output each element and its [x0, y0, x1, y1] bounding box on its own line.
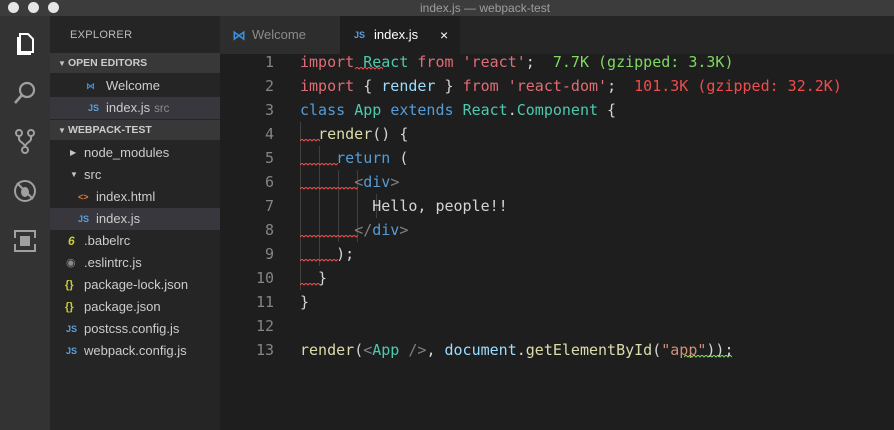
open-editor-index-js[interactable]: JS index.js src	[50, 97, 220, 119]
extensions-icon[interactable]	[12, 228, 38, 254]
tab-welcome[interactable]: ⋈ Welcome	[220, 16, 340, 54]
js-icon: JS	[66, 346, 78, 356]
window-title: index.js — webpack-test	[420, 1, 551, 15]
json-icon: {}	[65, 279, 74, 291]
html-icon: <>	[78, 192, 89, 202]
js-icon: JS	[66, 324, 78, 334]
explorer-header: EXPLORER	[70, 29, 133, 41]
line-number: 2	[264, 77, 274, 95]
code-editor[interactable]: 1 2 3 4 5 6 7 8 9 10 11 12 13 import Rea…	[220, 53, 894, 430]
close-tab-button[interactable]: ×	[440, 16, 448, 54]
tree-item-node-modules[interactable]: ▶ node_modules	[50, 142, 220, 164]
open-editors-section[interactable]: ▼ OPEN EDITORS	[50, 53, 220, 73]
code-line-5: return (	[336, 149, 409, 167]
js-icon: JS	[354, 30, 366, 40]
title-bar: index.js — webpack-test	[0, 0, 894, 16]
tree-item-webpack-config[interactable]: JS webpack.config.js	[50, 340, 220, 362]
line-number: 8	[264, 221, 274, 239]
chevron-right-icon: ▶	[70, 148, 77, 157]
code-line-1: import React from 'react'; 7.7K (gzipped…	[300, 53, 734, 71]
lint-error-squiggle	[300, 235, 358, 238]
chevron-down-icon: ▼	[58, 59, 66, 68]
babel-icon: 6	[68, 234, 75, 248]
code-line-3: class App extends React.Component {	[300, 101, 617, 119]
json-icon: {}	[65, 301, 74, 313]
lint-warning-squiggle	[684, 355, 732, 358]
line-number: 5	[264, 149, 274, 167]
line-number: 13	[255, 341, 274, 359]
lint-error-squiggle	[300, 187, 358, 190]
explorer-sidebar: EXPLORER ▼ OPEN EDITORS ⋈ Welcome JS inde…	[50, 16, 220, 430]
open-editor-welcome[interactable]: ⋈ Welcome	[50, 75, 220, 97]
tab-index-js[interactable]: JS index.js ×	[340, 16, 460, 54]
code-line-10: }	[300, 269, 328, 287]
tree-item-eslintrc[interactable]: ◉ .eslintrc.js	[50, 252, 220, 274]
project-section[interactable]: ▼ WEBPACK-TEST	[50, 120, 220, 140]
code-line-4: render() {	[318, 125, 409, 143]
line-number: 6	[264, 173, 274, 191]
line-number: 11	[255, 293, 274, 311]
line-number: 7	[264, 197, 274, 215]
chevron-down-icon: ▼	[70, 170, 78, 179]
editor-tab-bar: ⋈ Welcome JS index.js ×	[220, 16, 894, 54]
tree-item-package-json[interactable]: {} package.json	[50, 296, 220, 318]
line-number: 1	[264, 53, 274, 71]
import-size-badge: 7.7K (gzipped: 3.3K)	[534, 53, 734, 71]
code-line-7: Hello, people!!	[300, 197, 508, 215]
lint-error-squiggle	[300, 163, 338, 166]
source-control-icon[interactable]	[12, 128, 38, 154]
vscode-icon: ⋈	[232, 27, 246, 43]
line-number: 4	[264, 125, 274, 143]
import-size-badge: 101.3K (gzipped: 32.2K)	[616, 77, 842, 95]
code-line-9: );	[300, 245, 355, 263]
tree-item-babelrc[interactable]: 6 .babelrc	[50, 230, 220, 252]
lint-error-squiggle	[355, 67, 383, 70]
files-icon[interactable]	[12, 30, 38, 56]
tree-item-index-js[interactable]: JS index.js	[50, 208, 220, 230]
search-icon[interactable]	[12, 80, 38, 106]
tree-item-package-lock-json[interactable]: {} package-lock.json	[50, 274, 220, 296]
line-number: 9	[264, 245, 274, 263]
tree-item-src[interactable]: ▼ src	[50, 164, 220, 186]
line-number: 10	[255, 269, 274, 287]
tree-item-index-html[interactable]: <> index.html	[50, 186, 220, 208]
code-line-2: import { render } from 'react-dom'; 101.…	[300, 77, 842, 95]
code-line-11: }	[300, 293, 310, 311]
lint-error-squiggle	[300, 283, 320, 286]
code-line-8: </div>	[354, 221, 409, 239]
line-number: 12	[255, 317, 274, 335]
lint-error-squiggle	[300, 259, 338, 262]
chevron-down-icon: ▼	[58, 126, 66, 135]
eslint-icon: ◉	[66, 257, 76, 269]
js-icon: JS	[78, 214, 90, 224]
code-line-13: render(<App />, document.getElementById(…	[300, 341, 734, 359]
code-line-6: <div>	[354, 173, 400, 191]
line-number: 3	[264, 101, 274, 119]
activity-bar	[0, 16, 50, 430]
tree-item-postcss-config[interactable]: JS postcss.config.js	[50, 318, 220, 340]
lint-error-squiggle	[300, 139, 320, 142]
vscode-icon: ⋈	[86, 81, 95, 91]
debug-icon[interactable]	[12, 178, 38, 204]
js-icon: JS	[88, 103, 100, 113]
